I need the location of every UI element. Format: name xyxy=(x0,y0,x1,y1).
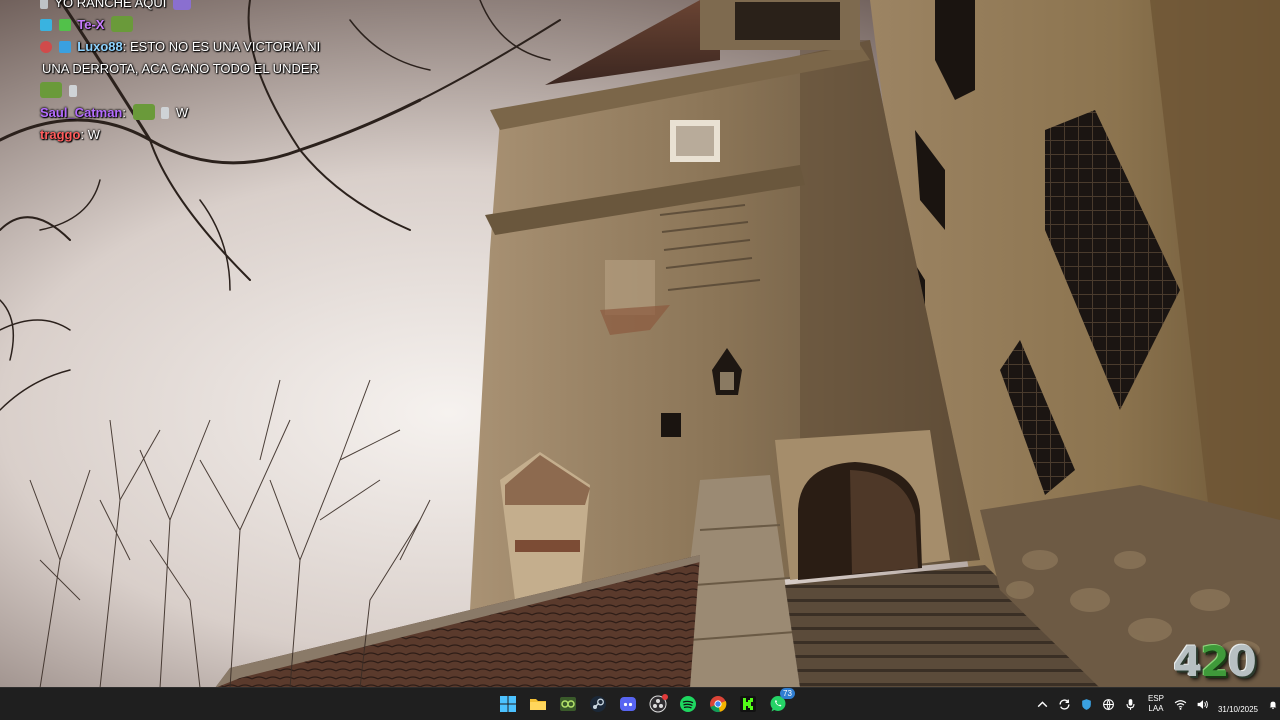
system-tray: ESP LAA 31/10/2025 xyxy=(1032,688,1280,720)
chat-message-text: UNA DERROTA, ACA GANO TODO EL UNDER xyxy=(42,61,319,76)
sync-icon xyxy=(1059,698,1070,710)
chat-message: Luxo88: ESTO NO ES UNA VICTORIA NI xyxy=(40,36,360,58)
emote-icon xyxy=(111,16,134,32)
stream-chat-overlay: YO RANCHE AQUÍ Te-X Luxo88: ESTO NO ES U… xyxy=(40,0,360,146)
whatsapp-button[interactable]: 73 xyxy=(766,688,795,716)
chat-message-text: YO RANCHE AQUÍ xyxy=(54,0,167,10)
chat-message: Saul_Catman: W xyxy=(40,104,189,120)
subscriber-badge-icon xyxy=(58,19,71,31)
discord-button[interactable] xyxy=(616,692,640,716)
taskbar-clock[interactable]: 31/10/2025 xyxy=(1218,693,1258,715)
language-code: ESP xyxy=(1147,694,1164,703)
emote-icon xyxy=(40,82,62,98)
microphone-tray-button[interactable] xyxy=(1122,695,1140,713)
user-badge-icon xyxy=(40,41,52,53)
network-tray-button[interactable] xyxy=(1100,695,1118,713)
bell-icon xyxy=(1269,701,1277,709)
chat-username: Luxo88 xyxy=(77,39,123,54)
spotify-button[interactable] xyxy=(676,692,700,716)
input-language-indicator[interactable]: ESP LAA xyxy=(1148,694,1164,714)
gem-badge-icon xyxy=(58,41,71,53)
chat-message: Te-X xyxy=(40,14,360,36)
start-button[interactable] xyxy=(496,692,520,716)
chat-message: YO RANCHE AQUÍ xyxy=(40,0,360,14)
game-app-button[interactable] xyxy=(556,692,580,716)
notification-count-badge: 73 xyxy=(780,688,795,699)
notification-dot xyxy=(662,694,668,700)
gamepad-icon xyxy=(560,697,576,711)
speaker-icon xyxy=(1198,699,1209,709)
chat-message-text: ESTO NO ES UNA VICTORIA NI xyxy=(130,39,321,54)
sparkle-icon xyxy=(161,107,170,119)
chat-username: traggo xyxy=(40,127,81,142)
keyboard-layout: LAA xyxy=(1148,704,1164,713)
chat-message xyxy=(40,80,360,102)
notification-center-button[interactable] xyxy=(1268,695,1278,713)
kick-icon xyxy=(740,696,756,712)
chat-message: traggo: W xyxy=(40,127,100,142)
moderator-badge-icon xyxy=(40,19,52,31)
chat-username: Saul_Catman xyxy=(40,105,123,120)
globe-icon xyxy=(1103,698,1115,710)
chat-message-text: W xyxy=(87,127,100,142)
volume-tray-button[interactable] xyxy=(1194,695,1212,713)
emote-icon xyxy=(172,0,191,10)
chevron-up-icon xyxy=(1038,700,1048,707)
emote-icon xyxy=(132,104,155,120)
show-hidden-icons-button[interactable] xyxy=(1034,695,1052,713)
wifi-icon xyxy=(1175,699,1187,710)
sparkle-icon xyxy=(40,0,48,9)
file-explorer-button[interactable] xyxy=(526,692,550,716)
date-label: 31/10/2025 xyxy=(1217,705,1258,714)
spotify-icon xyxy=(680,696,696,712)
chrome-icon xyxy=(710,696,727,713)
sparkle-icon xyxy=(68,85,77,97)
steam-button[interactable] xyxy=(586,692,610,716)
logo-digit: 4 xyxy=(1173,636,1202,686)
logo-digit: 2 xyxy=(1200,636,1229,686)
steam-icon xyxy=(590,696,606,712)
folder-icon xyxy=(530,699,546,710)
chat-username: Te-X xyxy=(77,17,105,32)
security-tray-button[interactable] xyxy=(1078,695,1096,713)
discord-icon xyxy=(620,697,636,711)
chat-message-continuation: UNA DERROTA, ACA GANO TODO EL UNDER xyxy=(40,58,360,80)
windows-icon xyxy=(500,696,516,712)
logo-digit: 0 xyxy=(1227,636,1257,686)
taskbar: 73 ESP LAA 31/10/2025 xyxy=(0,687,1280,720)
kick-button[interactable] xyxy=(736,692,760,716)
shield-icon xyxy=(1082,698,1092,710)
taskbar-apps: 73 xyxy=(496,688,795,720)
chrome-button[interactable] xyxy=(706,692,730,716)
sync-tray-button[interactable] xyxy=(1056,695,1074,713)
chat-message-text: W xyxy=(175,105,189,120)
wifi-tray-button[interactable] xyxy=(1172,695,1190,713)
obs-button[interactable] xyxy=(646,692,670,716)
channel-logo: 4 2 0 xyxy=(1164,636,1264,686)
microphone-icon xyxy=(1126,698,1135,710)
